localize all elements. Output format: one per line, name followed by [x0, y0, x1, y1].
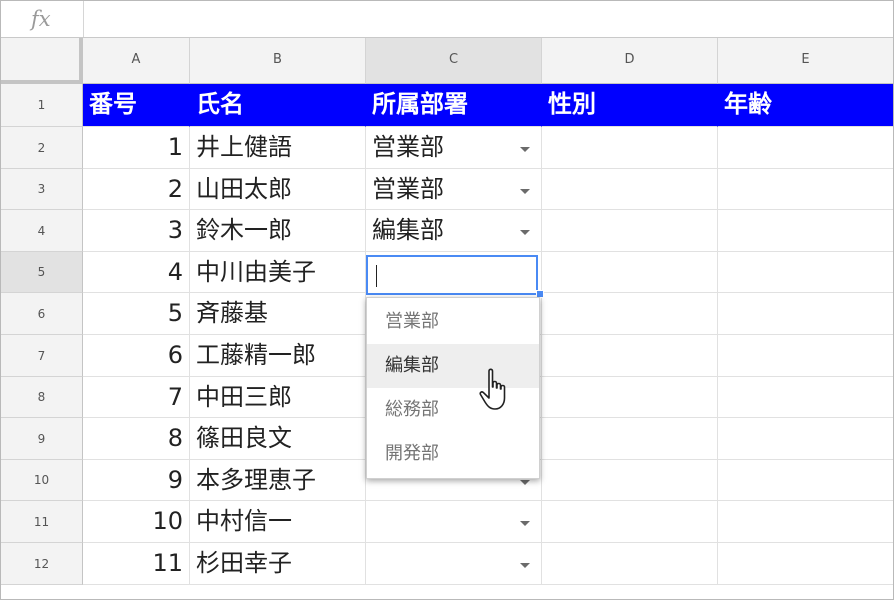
cell-number[interactable]: 1 — [83, 127, 190, 169]
fx-icon: fx — [1, 1, 84, 37]
cell-department[interactable] — [366, 543, 542, 585]
cell-name[interactable]: 本多理恵子 — [190, 460, 366, 501]
cell-number[interactable]: 4 — [83, 252, 190, 293]
cell-department[interactable]: 営業部 — [366, 127, 542, 169]
cell-name[interactable]: 鈴木一郎 — [190, 210, 366, 252]
cell-number[interactable]: 7 — [83, 377, 190, 418]
dropdown-option-sales[interactable]: 営業部 — [367, 300, 539, 344]
cell-name[interactable]: 杉田幸子 — [190, 543, 366, 585]
header-cell-number[interactable]: 番号 — [83, 84, 190, 127]
validation-dropdown-menu: 営業部 編集部 総務部 開発部 — [366, 297, 540, 479]
row-header-11[interactable]: 11 — [1, 501, 83, 543]
cell-gender[interactable] — [542, 127, 718, 169]
dropdown-option-editorial[interactable]: 編集部 — [367, 344, 539, 388]
dropdown-arrow-icon[interactable] — [520, 563, 530, 568]
formula-bar: fx — [1, 1, 893, 38]
dropdown-option-general-affairs[interactable]: 総務部 — [367, 388, 539, 432]
cell-age[interactable] — [718, 169, 893, 210]
cell-age[interactable] — [718, 127, 893, 169]
cell-age[interactable] — [718, 377, 893, 418]
row-header-3[interactable]: 3 — [1, 169, 83, 210]
row-header-4[interactable]: 4 — [1, 210, 83, 252]
header-cell-gender[interactable]: 性別 — [542, 84, 718, 127]
cell-age[interactable] — [718, 293, 893, 335]
cell-gender[interactable] — [542, 169, 718, 210]
cell-number[interactable]: 3 — [83, 210, 190, 252]
cell-gender[interactable] — [542, 377, 718, 418]
cell-number[interactable]: 8 — [83, 418, 190, 460]
cell-name[interactable]: 工藤精一郎 — [190, 335, 366, 377]
cell-gender[interactable] — [542, 210, 718, 252]
cell-age[interactable] — [718, 252, 893, 293]
cell-age[interactable] — [718, 418, 893, 460]
dropdown-arrow-icon[interactable] — [520, 480, 530, 485]
cell-department[interactable] — [366, 501, 542, 543]
active-cell-editor[interactable] — [366, 255, 538, 295]
dropdown-option-development[interactable]: 開発部 — [367, 432, 539, 476]
row-header-7[interactable]: 7 — [1, 335, 83, 377]
cell-age[interactable] — [718, 210, 893, 252]
column-header-a[interactable]: A — [83, 38, 190, 84]
cell-age[interactable] — [718, 501, 893, 543]
cell-gender[interactable] — [542, 293, 718, 335]
cell-name[interactable]: 中村信一 — [190, 501, 366, 543]
cell-number[interactable]: 9 — [83, 460, 190, 501]
cell-number[interactable]: 2 — [83, 169, 190, 210]
select-all-corner[interactable] — [1, 38, 83, 84]
cell-name[interactable]: 山田太郎 — [190, 169, 366, 210]
spreadsheet-window: fx A B C D E 1 番号 氏名 所属部署 性別 年齢 2 1 井上健語 営業… — [0, 0, 894, 600]
cell-name[interactable]: 井上健語 — [190, 127, 366, 169]
cell-name[interactable]: 中川由美子 — [190, 252, 366, 293]
row-header-1[interactable]: 1 — [1, 84, 83, 127]
cell-name[interactable]: 斉藤基 — [190, 293, 366, 335]
header-cell-department[interactable]: 所属部署 — [366, 84, 542, 127]
cell-age[interactable] — [718, 335, 893, 377]
cell-department[interactable]: 編集部 — [366, 210, 542, 252]
header-cell-age[interactable]: 年齢 — [718, 84, 893, 127]
row-header-10[interactable]: 10 — [1, 460, 83, 501]
column-header-e[interactable]: E — [718, 38, 893, 84]
cell-gender[interactable] — [542, 335, 718, 377]
dropdown-arrow-icon[interactable] — [520, 147, 530, 152]
row-header-12[interactable]: 12 — [1, 543, 83, 585]
cell-name[interactable]: 中田三郎 — [190, 377, 366, 418]
column-header-d[interactable]: D — [542, 38, 718, 84]
cell-gender[interactable] — [542, 543, 718, 585]
text-caret — [376, 265, 377, 287]
cell-gender[interactable] — [542, 460, 718, 501]
cell-number[interactable]: 5 — [83, 293, 190, 335]
row-header-5[interactable]: 5 — [1, 252, 83, 293]
cell-department[interactable]: 営業部 — [366, 169, 542, 210]
cell-gender[interactable] — [542, 418, 718, 460]
dropdown-arrow-icon[interactable] — [520, 230, 530, 235]
cell-gender[interactable] — [542, 501, 718, 543]
column-header-b[interactable]: B — [190, 38, 366, 84]
cell-number[interactable]: 11 — [83, 543, 190, 585]
cell-gender[interactable] — [542, 252, 718, 293]
hand-pointer-icon — [479, 368, 506, 410]
dropdown-arrow-icon[interactable] — [520, 521, 530, 526]
dropdown-arrow-icon[interactable] — [520, 189, 530, 194]
header-cell-name[interactable]: 氏名 — [190, 84, 366, 127]
row-header-2[interactable]: 2 — [1, 127, 83, 169]
row-header-9[interactable]: 9 — [1, 418, 83, 460]
cell-age[interactable] — [718, 543, 893, 585]
row-header-8[interactable]: 8 — [1, 377, 83, 418]
cell-age[interactable] — [718, 460, 893, 501]
row-header-6[interactable]: 6 — [1, 293, 83, 335]
cell-name[interactable]: 篠田良文 — [190, 418, 366, 460]
column-header-c[interactable]: C — [366, 38, 542, 84]
cell-number[interactable]: 10 — [83, 501, 190, 543]
cell-number[interactable]: 6 — [83, 335, 190, 377]
